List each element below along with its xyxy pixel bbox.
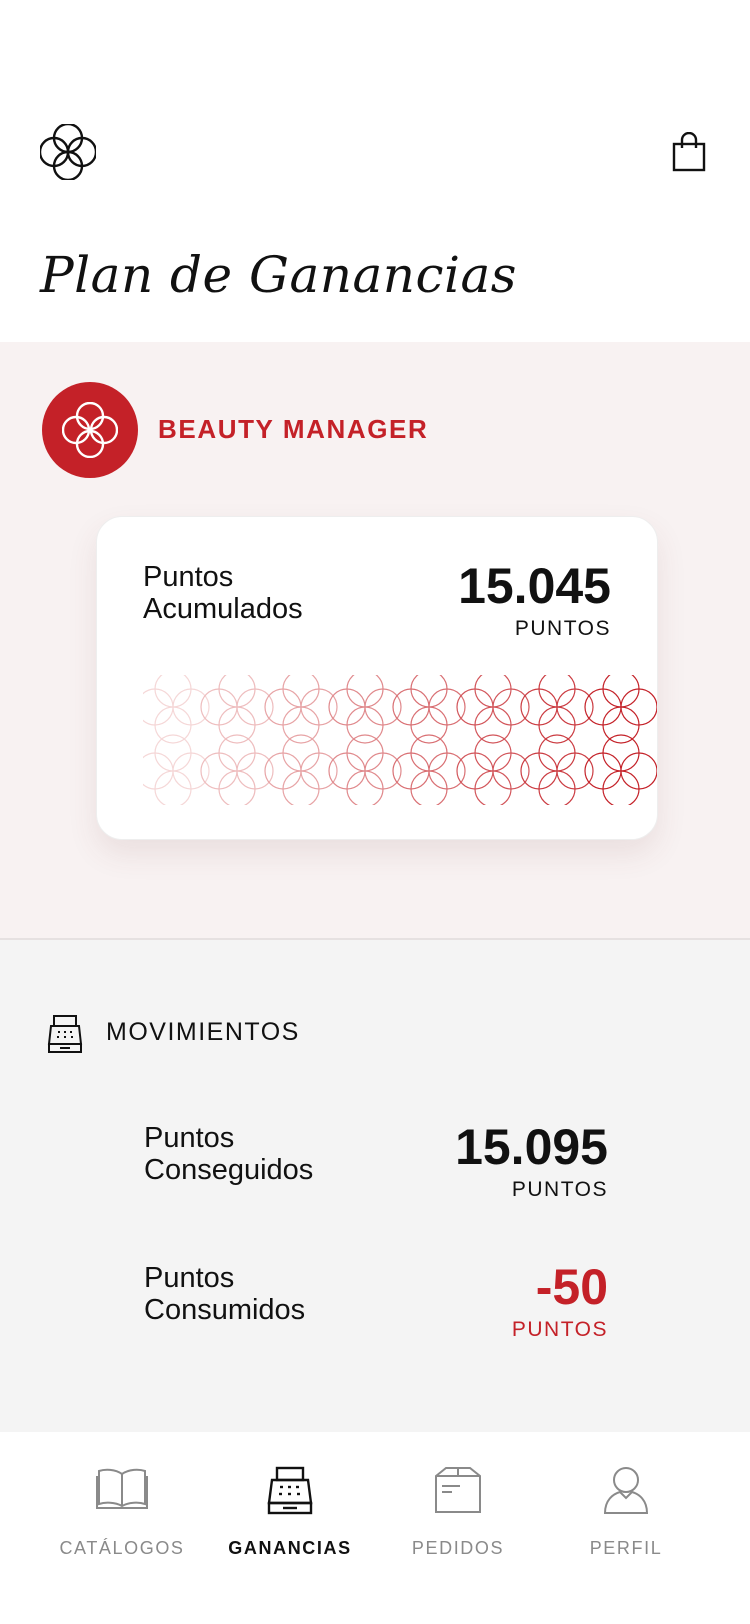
pattern-circle (218, 734, 256, 772)
movement-row-earned-value: 15.095 (455, 1119, 608, 1175)
pattern-circle (492, 688, 530, 726)
pattern-circle (200, 752, 238, 790)
pattern-circle (474, 675, 512, 708)
pattern-circle (556, 688, 594, 726)
movement-row-spent-label-line1: Puntos (144, 1262, 235, 1294)
pattern-circle (264, 752, 302, 790)
pattern-circle (154, 734, 192, 772)
movement-row-earned-label-line1: Puntos (144, 1122, 235, 1154)
pattern-circle (346, 734, 384, 772)
pattern-circle (346, 675, 384, 708)
pattern-circle (264, 688, 302, 726)
pattern-circle (602, 734, 640, 772)
pattern-circle (410, 675, 448, 708)
pattern-circle (620, 752, 657, 790)
nav-label-pedidos: PEDIDOS (411, 1538, 505, 1558)
pattern-circle (200, 688, 238, 726)
pattern-circle (364, 688, 402, 726)
pattern-circle (428, 688, 466, 726)
pattern-circle (282, 734, 320, 772)
pattern-circle (456, 688, 494, 726)
pattern-circle (556, 752, 594, 790)
pattern-circle (428, 752, 466, 790)
pattern-circle (282, 675, 320, 708)
bottom-nav: CATÁLOGOS GANANCIAS PEDIDOS PERFIL (0, 1432, 750, 1624)
shopping-bag-icon[interactable] (672, 131, 706, 172)
pattern-circle (154, 675, 192, 708)
movement-row-earned-label-line2: Conseguidos (144, 1154, 314, 1186)
pattern-circle (538, 734, 576, 772)
pattern-circle (602, 706, 640, 744)
movement-row-spent-value: -50 (535, 1259, 608, 1315)
movement-row-spent-unit: PUNTOS (511, 1318, 608, 1341)
nav-item-catalogos[interactable]: CATÁLOGOS (42, 1432, 202, 1562)
pattern-circle (328, 752, 366, 790)
nav-item-ganancias[interactable]: GANANCIAS (210, 1432, 370, 1562)
nav-label-ganancias: GANANCIAS (228, 1538, 352, 1558)
movement-row-spent-label-line2: Consumidos (144, 1294, 306, 1326)
nav-item-perfil[interactable]: PERFIL (546, 1432, 706, 1562)
brand-knot-icon (62, 402, 118, 458)
pattern-circle (584, 688, 622, 726)
pattern-circle (474, 706, 512, 744)
pattern-circle (602, 675, 640, 708)
movement-row-earned-label: Puntos Conseguidos (144, 1122, 313, 1186)
points-card-unit: PUNTOS (514, 617, 611, 640)
pattern-circle (392, 752, 430, 790)
pattern-circle (584, 752, 622, 790)
pattern-circle (410, 734, 448, 772)
points-card-label-line1: Puntos (143, 561, 234, 593)
nav-label-perfil: PERFIL (589, 1538, 663, 1558)
book-icon (96, 1468, 148, 1509)
decorative-pattern (143, 675, 657, 805)
pattern-circle (410, 706, 448, 744)
user-icon (603, 1467, 649, 1514)
pattern-circle (364, 752, 402, 790)
page-title: Plan de Ganancias (40, 246, 517, 304)
brand-logo-icon[interactable] (38, 122, 98, 182)
pattern-circle (218, 675, 256, 708)
pattern-circle (300, 688, 338, 726)
pattern-circle (538, 675, 576, 708)
points-card-label: Puntos Acumulados (143, 561, 303, 625)
cash-register-icon (46, 1014, 84, 1054)
movement-row-spent-label: Puntos Consumidos (144, 1262, 305, 1326)
pattern-circle (172, 752, 210, 790)
pattern-circle (328, 688, 366, 726)
pattern-circle (300, 752, 338, 790)
movements-section (0, 940, 750, 1432)
movements-title: MOVIMIENTOS (106, 1018, 300, 1046)
pattern-circle (218, 706, 256, 744)
pattern-circle (172, 688, 210, 726)
points-card: Puntos Acumulados 15.045 PUNTOS (96, 516, 658, 840)
pattern-circle (456, 752, 494, 790)
cash-register-icon (267, 1466, 313, 1515)
pattern-circle (520, 752, 558, 790)
nav-label-catalogos: CATÁLOGOS (59, 1538, 185, 1558)
pattern-circle (492, 752, 530, 790)
pattern-circle (474, 734, 512, 772)
pattern-circle (620, 688, 657, 726)
pattern-circle (236, 752, 274, 790)
pattern-circle (538, 706, 576, 744)
level-label: BEAUTY MANAGER (158, 414, 429, 444)
pattern-circle (154, 706, 192, 744)
movement-row-earned-unit: PUNTOS (511, 1178, 608, 1201)
nav-item-pedidos[interactable]: PEDIDOS (378, 1432, 538, 1562)
pattern-circle (282, 706, 320, 744)
pattern-circle (346, 706, 384, 744)
pattern-circle (520, 688, 558, 726)
pattern-circle (236, 688, 274, 726)
pattern-circle (392, 688, 430, 726)
points-card-label-line2: Acumulados (143, 593, 303, 625)
points-card-value: 15.045 (458, 558, 611, 614)
level-badge (42, 382, 138, 478)
box-icon (435, 1467, 481, 1513)
